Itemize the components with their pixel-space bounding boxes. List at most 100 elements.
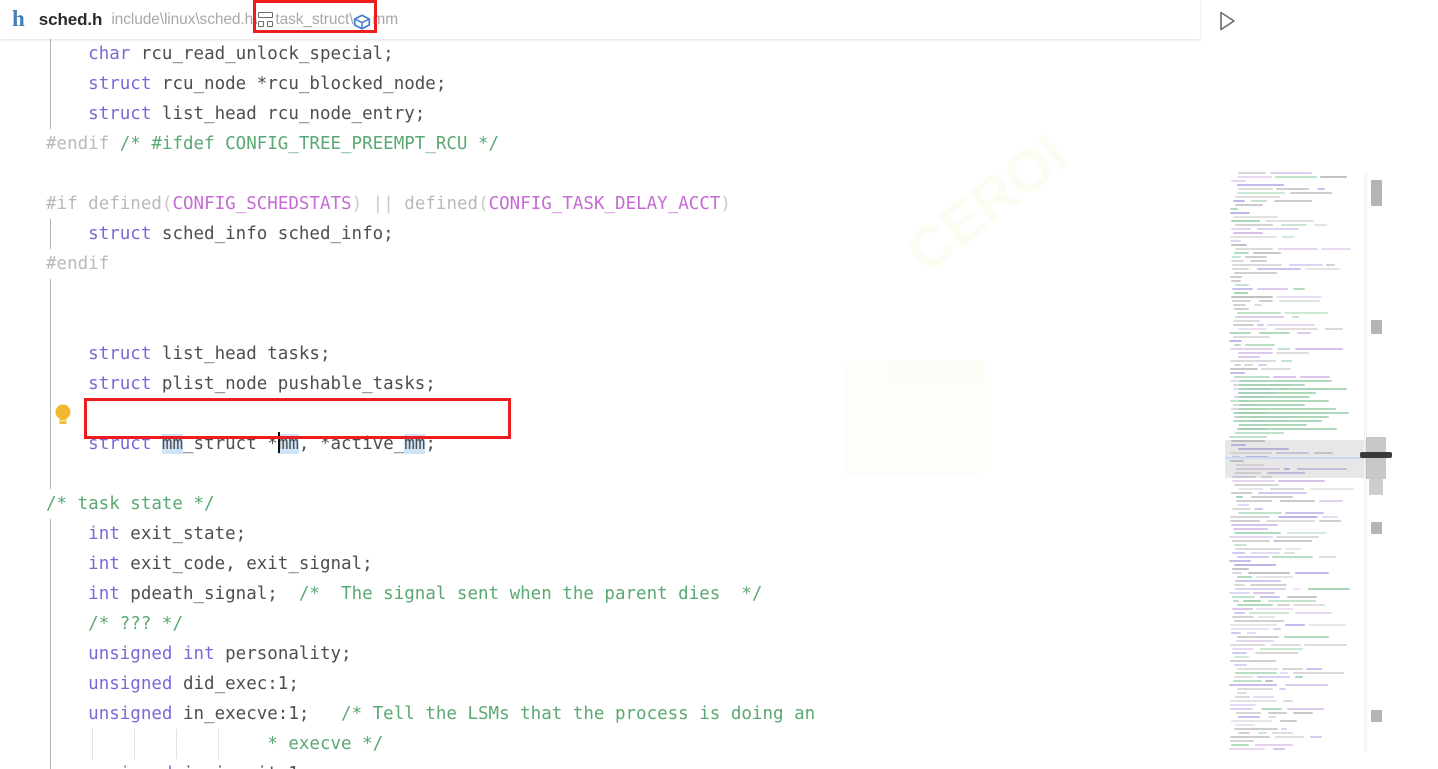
minimap-line bbox=[1256, 576, 1293, 578]
minimap-line bbox=[1232, 552, 1245, 554]
minimap-line bbox=[1237, 688, 1273, 690]
minimap-line bbox=[1239, 416, 1329, 418]
code-line[interactable] bbox=[0, 399, 1213, 429]
minimap-line bbox=[1257, 676, 1290, 678]
code-line[interactable]: #endif bbox=[0, 249, 1213, 279]
scrollbar-thumb-tail bbox=[1369, 479, 1383, 495]
code-token: int bbox=[88, 584, 120, 604]
indent-guide bbox=[50, 219, 51, 249]
minimap-line bbox=[1230, 360, 1276, 362]
minimap-line bbox=[1268, 600, 1316, 602]
minimap-line bbox=[1285, 684, 1328, 686]
minimap-line bbox=[1232, 480, 1275, 482]
minimap-line bbox=[1239, 412, 1349, 414]
code-token: /* #ifdef CONFIG_TREE_PREEMPT_RCU */ bbox=[119, 134, 500, 154]
scrollbar-thumb-grip[interactable] bbox=[1360, 452, 1392, 458]
breadcrumb-struct-item[interactable]: task_struct\ mm bbox=[253, 0, 399, 33]
lightbulb-icon[interactable] bbox=[52, 402, 74, 428]
code-token: /* The signal sent when the parent dies … bbox=[298, 584, 763, 604]
code-token: ) bbox=[720, 194, 731, 214]
run-play-icon[interactable] bbox=[1215, 9, 1239, 33]
minimap-line bbox=[1279, 688, 1286, 690]
minimap-line bbox=[1235, 284, 1249, 286]
vertical-scrollbar-thumb[interactable] bbox=[1366, 437, 1386, 479]
code-line[interactable]: unsigned in_execve:1; /* Tell the LSMs t… bbox=[0, 699, 1213, 729]
code-line[interactable] bbox=[0, 159, 1213, 189]
breadcrumb-field-label: mm bbox=[372, 10, 399, 28]
minimap-line bbox=[1271, 644, 1301, 646]
code-token: unsigned bbox=[88, 644, 173, 664]
minimap-line bbox=[1257, 228, 1299, 230]
breadcrumb-bar: h sched.h include\linux\sched.h\ task_st… bbox=[0, 0, 1200, 39]
minimap-line bbox=[1278, 248, 1318, 250]
minimap-line bbox=[1256, 608, 1293, 610]
minimap-line bbox=[1237, 504, 1249, 506]
minimap-line bbox=[1239, 388, 1347, 390]
code-line[interactable]: #endif /* #ifdef CONFIG_TREE_PREEMPT_RCU… bbox=[0, 129, 1213, 159]
minimap-line bbox=[1232, 596, 1255, 598]
minimap-line bbox=[1236, 712, 1261, 714]
code-line[interactable]: unsigned int personality; bbox=[0, 639, 1213, 669]
code-line[interactable]: * execve */ bbox=[0, 729, 1213, 759]
minimap-line bbox=[1257, 324, 1264, 326]
code-token: , *active_ bbox=[298, 434, 405, 454]
minimap-line bbox=[1231, 720, 1272, 722]
code-editor[interactable]: char rcu_read_unlock_special; struct rcu… bbox=[0, 39, 1213, 769]
minimap-line bbox=[1232, 300, 1251, 302]
minimap-line bbox=[1245, 344, 1275, 346]
minimap-line bbox=[1231, 524, 1278, 526]
minimap-line bbox=[1255, 652, 1298, 654]
minimap-line bbox=[1230, 236, 1277, 238]
code-line[interactable]: char rcu_read_unlock_special; bbox=[0, 39, 1213, 69]
minimap-line bbox=[1281, 224, 1307, 226]
minimap-line bbox=[1232, 572, 1242, 574]
code-line[interactable]: #if defined(CONFIG_SCHEDSTATS) || define… bbox=[0, 189, 1213, 219]
minimap-line bbox=[1250, 260, 1267, 262]
code-line[interactable]: struct sched_info sched_info; bbox=[0, 219, 1213, 249]
minimap-line bbox=[1232, 540, 1270, 542]
minimap-line bbox=[1237, 192, 1285, 194]
code-line[interactable]: struct rcu_node *rcu_blocked_node; bbox=[0, 69, 1213, 99]
code-line[interactable]: struct list_head tasks; bbox=[0, 339, 1213, 369]
minimap-line bbox=[1275, 736, 1304, 738]
field-icon bbox=[353, 13, 371, 30]
code-line[interactable]: int pdeath_signal; /* The signal sent wh… bbox=[0, 579, 1213, 609]
minimap-line bbox=[1230, 740, 1254, 742]
code-line[interactable] bbox=[0, 309, 1213, 339]
minimap-line bbox=[1295, 676, 1303, 678]
file-name-label[interactable]: sched.h bbox=[39, 10, 103, 30]
minimap-line bbox=[1235, 696, 1250, 698]
code-content[interactable]: char rcu_read_unlock_special; struct rcu… bbox=[0, 39, 1213, 769]
code-line[interactable]: struct plist_node pushable_tasks; bbox=[0, 369, 1213, 399]
indent-guide bbox=[50, 729, 51, 759]
code-line[interactable]: /* task state */ bbox=[0, 489, 1213, 519]
minimap-line bbox=[1234, 252, 1249, 254]
minimap-line bbox=[1253, 252, 1281, 254]
breadcrumb-path[interactable]: include\linux\sched.h\ bbox=[111, 11, 257, 29]
minimap-line bbox=[1306, 668, 1322, 670]
minimap-line bbox=[1297, 332, 1311, 334]
code-line[interactable]: struct mm_struct *mm, *active_mm; bbox=[0, 429, 1213, 459]
minimap-line bbox=[1280, 500, 1315, 502]
code-line[interactable]: struct list_head rcu_node_entry; bbox=[0, 99, 1213, 129]
minimap-line bbox=[1234, 344, 1241, 346]
code-line[interactable] bbox=[0, 279, 1213, 309]
code-token: struct bbox=[88, 434, 152, 454]
minimap-line bbox=[1274, 200, 1312, 202]
code-line[interactable]: unsigned did_exec:1; bbox=[0, 669, 1213, 699]
minimap-line bbox=[1238, 328, 1267, 330]
code-line[interactable]: int exit_state; bbox=[0, 519, 1213, 549]
code-line[interactable]: int exit_code, exit_signal; bbox=[0, 549, 1213, 579]
code-token: unsigned bbox=[88, 674, 173, 694]
indent-guide bbox=[50, 99, 51, 129]
code-line[interactable]: /* ??? */ bbox=[0, 609, 1213, 639]
code-line[interactable] bbox=[0, 459, 1213, 489]
minimap-line bbox=[1280, 672, 1288, 674]
minimap-line bbox=[1276, 188, 1309, 190]
minimap-slider[interactable] bbox=[1225, 440, 1373, 478]
minimap-line bbox=[1230, 208, 1238, 210]
code-line[interactable]: unsigned in_iowait:1; bbox=[0, 759, 1213, 769]
minimap-line bbox=[1234, 308, 1249, 310]
